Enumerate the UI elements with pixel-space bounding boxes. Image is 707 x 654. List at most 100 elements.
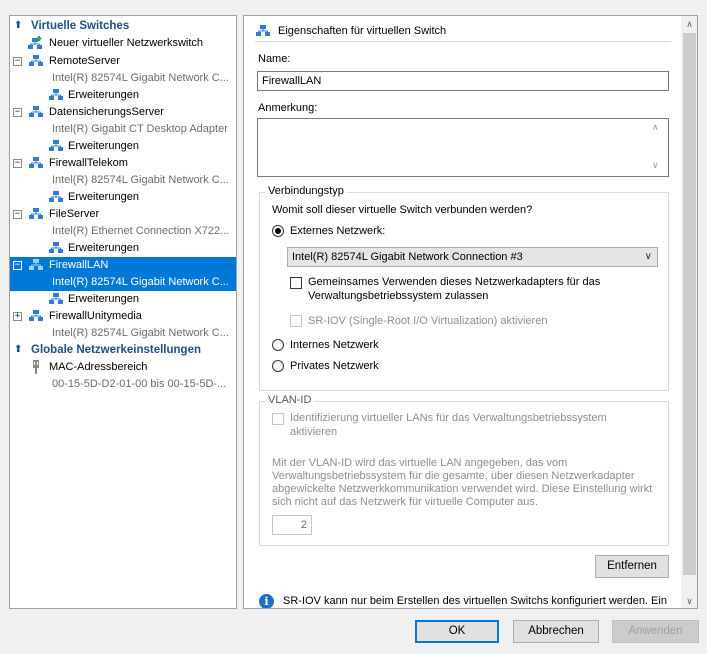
section-virtual-switches[interactable]: ⬆︎ Virtuelle Switches (10, 18, 236, 35)
selected-adapter: Intel(R) 82574L Gigabit Network Connecti… (292, 251, 523, 263)
switch-name: FileServer (49, 208, 100, 220)
vlan-id-input[interactable]: 2 (272, 515, 312, 535)
properties-pane: Eigenschaften für virtuellen Switch Name… (243, 15, 698, 609)
connection-question: Womit soll dieser virtuelle Switch verbu… (272, 204, 533, 216)
tree-item-mac-range-value[interactable]: 00-15-5D-D2-01-00 bis 00-15-5D-... (10, 376, 236, 393)
mac-range-label: MAC-Adressbereich (49, 361, 148, 373)
chevron-down-icon: ∨ (644, 251, 652, 262)
tree-item-extensions[interactable]: Erweiterungen (10, 138, 236, 155)
tree-item-switch[interactable]: − RemoteServer (10, 53, 236, 70)
extensions-icon (48, 292, 64, 309)
private-network-radio[interactable] (272, 360, 284, 372)
virtual-switch-icon (28, 54, 44, 71)
new-switch-icon (27, 36, 43, 54)
switch-name: FirewallUnitymedia (49, 310, 142, 322)
extensions-icon (48, 190, 64, 207)
tree-item-adapter[interactable]: Intel(R) 82574L Gigabit Network C... (10, 325, 236, 342)
vlan-checkbox-label-line1: Identifizierung virtueller LANs für das … (290, 412, 607, 424)
expand-icon[interactable]: + (13, 312, 22, 321)
name-label: Name: (258, 53, 291, 65)
vlan-checkbox[interactable] (272, 413, 284, 425)
adapter-name: Intel(R) Gigabit CT Desktop Adapter (52, 123, 228, 135)
tree-item-extensions[interactable]: Erweiterungen (10, 87, 236, 104)
scroll-down-icon[interactable]: ∨ (681, 593, 697, 608)
tree-item-switch[interactable]: + FirewallUnitymedia (10, 308, 236, 325)
virtual-switch-icon (28, 309, 44, 326)
tree-item-extensions[interactable]: Erweiterungen (10, 189, 236, 206)
name-input[interactable]: FirewallLAN (257, 71, 669, 91)
tree-item-extensions[interactable]: Erweiterungen (10, 240, 236, 257)
collapse-chevron-icon[interactable]: ⬆︎ (14, 344, 22, 355)
share-adapter-label-line2[interactable]: Verwaltungsbetriebssystem zulassen (308, 290, 488, 302)
share-adapter-label-line1[interactable]: Gemeinsames Verwenden dieses Netzwerkada… (308, 276, 600, 288)
internal-network-radio[interactable] (272, 339, 284, 351)
switch-name: FirewallLAN (49, 259, 109, 271)
adapter-name: Intel(R) 82574L Gigabit Network C... (52, 276, 229, 288)
vertical-scrollbar[interactable]: ∧ ∨ (681, 16, 697, 608)
tree-item-switch[interactable]: − DatensicherungsServer (10, 104, 236, 121)
virtual-switch-icon (28, 207, 44, 224)
virtual-switch-icon (255, 24, 271, 41)
adapter-name: Intel(R) 82574L Gigabit Network C... (52, 174, 229, 186)
section-label: Globale Netzwerkeinstellungen (31, 344, 201, 356)
remove-button[interactable]: Entfernen (595, 555, 669, 578)
tree-item-adapter[interactable]: Intel(R) 82574L Gigabit Network C... (10, 172, 236, 189)
collapse-icon[interactable]: − (13, 210, 22, 219)
tree-item-adapter[interactable]: Intel(R) Gigabit CT Desktop Adapter (10, 121, 236, 138)
switch-name: RemoteServer (49, 55, 120, 67)
extensions-icon (48, 241, 64, 258)
apply-button[interactable]: Anwenden (612, 620, 699, 643)
internal-network-label[interactable]: Internes Netzwerk (290, 339, 379, 351)
tree-item-switch-selected[interactable]: − FirewallLAN (10, 257, 236, 274)
virtual-switch-icon (28, 156, 44, 173)
tree-item-adapter[interactable]: Intel(R) Ethernet Connection X722... (10, 223, 236, 240)
properties-header: Eigenschaften für virtuellen Switch (255, 22, 671, 42)
external-network-label[interactable]: Externes Netzwerk: (290, 225, 385, 237)
note-label: Anmerkung: (258, 102, 318, 114)
scroll-thumb[interactable] (683, 33, 696, 575)
tree-item-label: Neuer virtueller Netzwerkswitch (49, 37, 204, 49)
group-title: Verbindungstyp (265, 185, 347, 197)
tree-item-switch[interactable]: − FileServer (10, 206, 236, 223)
switch-name: DatensicherungsServer (49, 106, 164, 118)
switch-tree[interactable]: ⬆︎ Virtuelle Switches Neuer virtueller N… (9, 15, 237, 609)
extensions-label: Erweiterungen (68, 191, 139, 203)
tree-item-switch[interactable]: − FirewallTelekom (10, 155, 236, 172)
section-label: Virtuelle Switches (31, 20, 130, 32)
chevron-up-icon[interactable]: ∧ (652, 122, 659, 133)
tree-item-mac-range[interactable]: MAC-Adressbereich (10, 359, 236, 376)
tree-item-extensions[interactable]: Erweiterungen (10, 291, 236, 308)
group-title: VLAN-ID (265, 394, 315, 406)
vlan-description-line1: Mit der VLAN-ID wird das virtuelle LAN a… (272, 457, 568, 469)
collapse-chevron-icon[interactable]: ⬆︎ (14, 20, 22, 31)
sriov-checkbox[interactable] (290, 315, 302, 327)
cancel-button[interactable]: Abbrechen (513, 620, 599, 643)
section-global-network-settings[interactable]: ⬆︎ Globale Netzwerkeinstellungen (10, 342, 236, 359)
collapse-icon[interactable]: − (13, 57, 22, 66)
collapse-icon[interactable]: − (13, 159, 22, 168)
extensions-label: Erweiterungen (68, 242, 139, 254)
collapse-icon[interactable]: − (13, 261, 22, 270)
scroll-up-icon[interactable]: ∧ (681, 16, 697, 33)
extensions-icon (48, 139, 64, 156)
share-adapter-checkbox[interactable] (290, 277, 302, 289)
extensions-label: Erweiterungen (68, 140, 139, 152)
mac-range-value: 00-15-5D-D2-01-00 bis 00-15-5D-... (52, 378, 227, 390)
properties-content: Eigenschaften für virtuellen Switch Name… (244, 16, 681, 608)
adapter-name: Intel(R) Ethernet Connection X722... (52, 225, 230, 237)
ok-button[interactable]: OK (415, 620, 499, 643)
tree-item-adapter-selected[interactable]: Intel(R) 82574L Gigabit Network C... (10, 274, 236, 291)
note-textarea[interactable] (257, 118, 669, 177)
vlan-checkbox-label-line2: aktivieren (290, 426, 338, 438)
tree-item-new-switch[interactable]: Neuer virtueller Netzwerkswitch (10, 35, 236, 52)
extensions-icon (48, 88, 64, 105)
chevron-down-icon[interactable]: ∨ (652, 160, 659, 171)
tree-item-adapter[interactable]: Intel(R) 82574L Gigabit Network C... (10, 70, 236, 87)
external-network-radio[interactable] (272, 225, 284, 237)
private-network-label[interactable]: Privates Netzwerk (290, 360, 379, 372)
sriov-label: SR-IOV (Single-Root I/O Virtualization) … (308, 315, 548, 327)
collapse-icon[interactable]: − (13, 108, 22, 117)
network-adapter-select[interactable]: Intel(R) 82574L Gigabit Network Connecti… (287, 247, 658, 267)
vlan-description-line4: sich nicht auf das Netzwerk für virtuell… (272, 496, 538, 508)
properties-title: Eigenschaften für virtuellen Switch (278, 25, 447, 37)
